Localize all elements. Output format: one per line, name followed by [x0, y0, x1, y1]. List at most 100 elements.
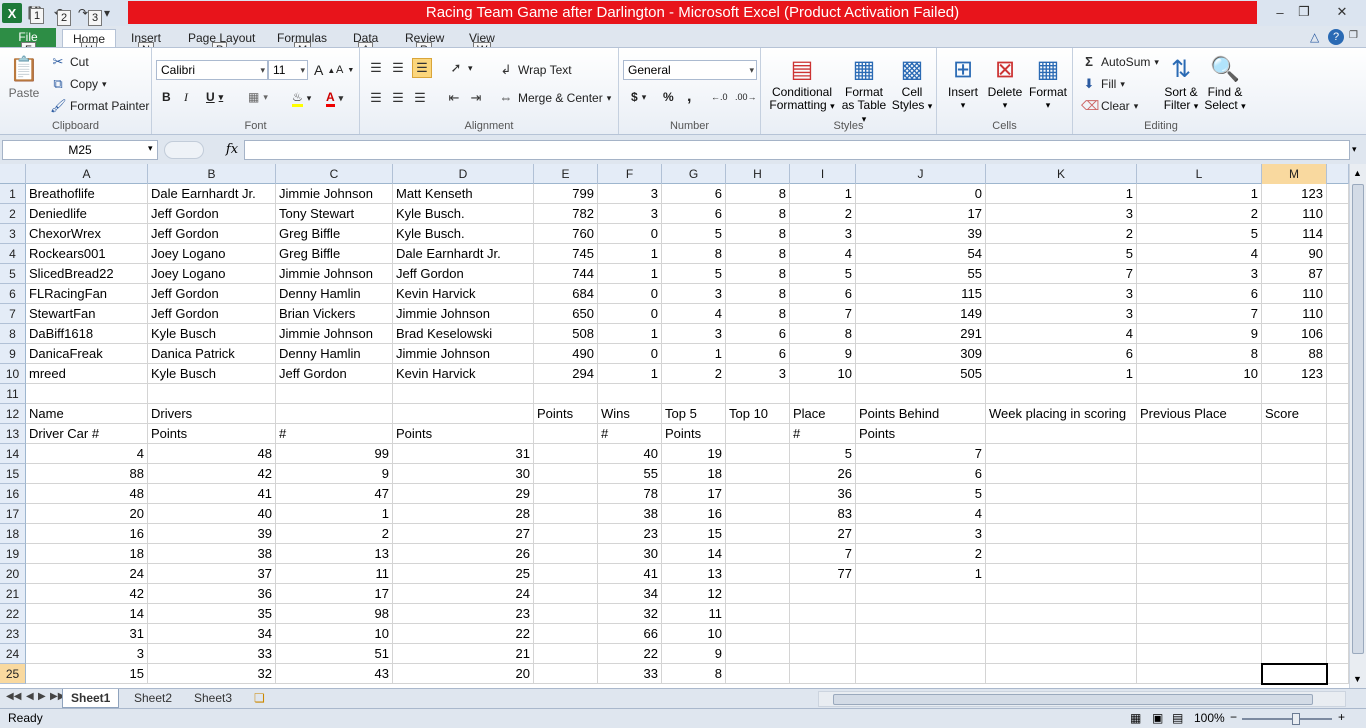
cell-j2[interactable]: 17	[856, 204, 986, 224]
cell-e17[interactable]	[534, 504, 598, 524]
format-as-table-button[interactable]: ▦ Format as Table ▾	[839, 54, 889, 126]
column-header-e[interactable]: E	[534, 164, 598, 184]
cell-overflow[interactable]	[1327, 444, 1349, 464]
cell-a17[interactable]: 20	[26, 504, 148, 524]
cell-m19[interactable]	[1262, 544, 1327, 564]
row-header-7[interactable]: 7	[0, 304, 26, 324]
cell-f22[interactable]: 32	[598, 604, 662, 624]
cell-f8[interactable]: 1	[598, 324, 662, 344]
cell-k23[interactable]	[986, 624, 1137, 644]
cell-c14[interactable]: 99	[276, 444, 393, 464]
cell-j18[interactable]: 3	[856, 524, 986, 544]
cell-a12[interactable]: Name	[26, 404, 148, 424]
sheet-tab-sheet3[interactable]: Sheet3	[186, 689, 240, 708]
cell-l23[interactable]	[1137, 624, 1262, 644]
cell-h11[interactable]	[726, 384, 790, 404]
cell-a3[interactable]: ChexorWrex	[26, 224, 148, 244]
cell-a11[interactable]	[26, 384, 148, 404]
cell-j19[interactable]: 2	[856, 544, 986, 564]
cell-c9[interactable]: Denny Hamlin	[276, 344, 393, 364]
grow-font-button[interactable]: A ▲	[314, 62, 335, 78]
cell-g19[interactable]: 14	[662, 544, 726, 564]
insert-sheet-icon[interactable]: ❏	[246, 689, 273, 708]
close-icon[interactable]: ✕	[1322, 2, 1362, 22]
cell-a24[interactable]: 3	[26, 644, 148, 664]
cell-overflow[interactable]	[1327, 384, 1349, 404]
cell-f9[interactable]: 0	[598, 344, 662, 364]
cell-f1[interactable]: 3	[598, 184, 662, 204]
cell-i4[interactable]: 4	[790, 244, 856, 264]
conditional-formatting-button[interactable]: ▤ Conditional Formatting ▾	[767, 54, 837, 113]
cell-e5[interactable]: 744	[534, 264, 598, 284]
cell-j20[interactable]: 1	[856, 564, 986, 584]
workbook-restore-icon[interactable]: ❐	[1349, 30, 1358, 41]
cell-b13[interactable]: Points	[148, 424, 276, 444]
row-header-11[interactable]: 11	[0, 384, 26, 404]
cell-j11[interactable]	[856, 384, 986, 404]
cell-g25[interactable]: 8	[662, 664, 726, 684]
cell-j23[interactable]	[856, 624, 986, 644]
cell-h12[interactable]: Top 10	[726, 404, 790, 424]
cell-l15[interactable]	[1137, 464, 1262, 484]
cell-m1[interactable]: 123	[1262, 184, 1327, 204]
zoom-out-icon[interactable]: −	[1230, 710, 1237, 724]
cell-l12[interactable]: Previous Place	[1137, 404, 1262, 424]
cell-overflow[interactable]	[1327, 344, 1349, 364]
cell-m17[interactable]	[1262, 504, 1327, 524]
scroll-down-icon[interactable]: ▼	[1353, 674, 1362, 684]
cell-a22[interactable]: 14	[26, 604, 148, 624]
cell-d13[interactable]: Points	[393, 424, 534, 444]
cell-e15[interactable]	[534, 464, 598, 484]
italic-button[interactable]: I	[184, 90, 188, 105]
cell-b12[interactable]: Drivers	[148, 404, 276, 424]
cell-c2[interactable]: Tony Stewart	[276, 204, 393, 224]
cell-b21[interactable]: 36	[148, 584, 276, 604]
cell-d21[interactable]: 24	[393, 584, 534, 604]
cell-i17[interactable]: 83	[790, 504, 856, 524]
cell-a16[interactable]: 48	[26, 484, 148, 504]
cell-l17[interactable]	[1137, 504, 1262, 524]
cell-f6[interactable]: 0	[598, 284, 662, 304]
cell-k20[interactable]	[986, 564, 1137, 584]
cell-k3[interactable]: 2	[986, 224, 1137, 244]
cell-h3[interactable]: 8	[726, 224, 790, 244]
cell-f14[interactable]: 40	[598, 444, 662, 464]
cell-c5[interactable]: Jimmie Johnson	[276, 264, 393, 284]
cell-b3[interactable]: Jeff Gordon	[148, 224, 276, 244]
cell-b11[interactable]	[148, 384, 276, 404]
cell-i25[interactable]	[790, 664, 856, 684]
cell-d19[interactable]: 26	[393, 544, 534, 564]
cell-f20[interactable]: 41	[598, 564, 662, 584]
cell-g9[interactable]: 1	[662, 344, 726, 364]
cell-f24[interactable]: 22	[598, 644, 662, 664]
next-sheet-icon[interactable]: ▶	[38, 691, 46, 702]
cell-i22[interactable]	[790, 604, 856, 624]
cell-e6[interactable]: 684	[534, 284, 598, 304]
cell-d10[interactable]: Kevin Harvick	[393, 364, 534, 384]
cell-overflow[interactable]	[1327, 324, 1349, 344]
format-cells-button[interactable]: ▦ Format ▾	[1027, 54, 1069, 112]
paste-button[interactable]: 📋 Paste	[6, 54, 42, 100]
scroll-up-icon[interactable]: ▲	[1353, 168, 1362, 178]
cell-m5[interactable]: 87	[1262, 264, 1327, 284]
cell-j8[interactable]: 291	[856, 324, 986, 344]
cell-g5[interactable]: 5	[662, 264, 726, 284]
cell-f11[interactable]	[598, 384, 662, 404]
cell-j15[interactable]: 6	[856, 464, 986, 484]
cell-i1[interactable]: 1	[790, 184, 856, 204]
row-header-12[interactable]: 12	[0, 404, 26, 424]
cell-a7[interactable]: StewartFan	[26, 304, 148, 324]
cell-j24[interactable]	[856, 644, 986, 664]
row-header-6[interactable]: 6	[0, 284, 26, 304]
cell-d24[interactable]: 21	[393, 644, 534, 664]
cell-h4[interactable]: 8	[726, 244, 790, 264]
cell-f4[interactable]: 1	[598, 244, 662, 264]
cell-d5[interactable]: Jeff Gordon	[393, 264, 534, 284]
cell-c25[interactable]: 43	[276, 664, 393, 684]
cell-i3[interactable]: 3	[790, 224, 856, 244]
cell-d23[interactable]: 22	[393, 624, 534, 644]
cell-i11[interactable]	[790, 384, 856, 404]
cell-e11[interactable]	[534, 384, 598, 404]
cell-c1[interactable]: Jimmie Johnson	[276, 184, 393, 204]
cell-j4[interactable]: 54	[856, 244, 986, 264]
